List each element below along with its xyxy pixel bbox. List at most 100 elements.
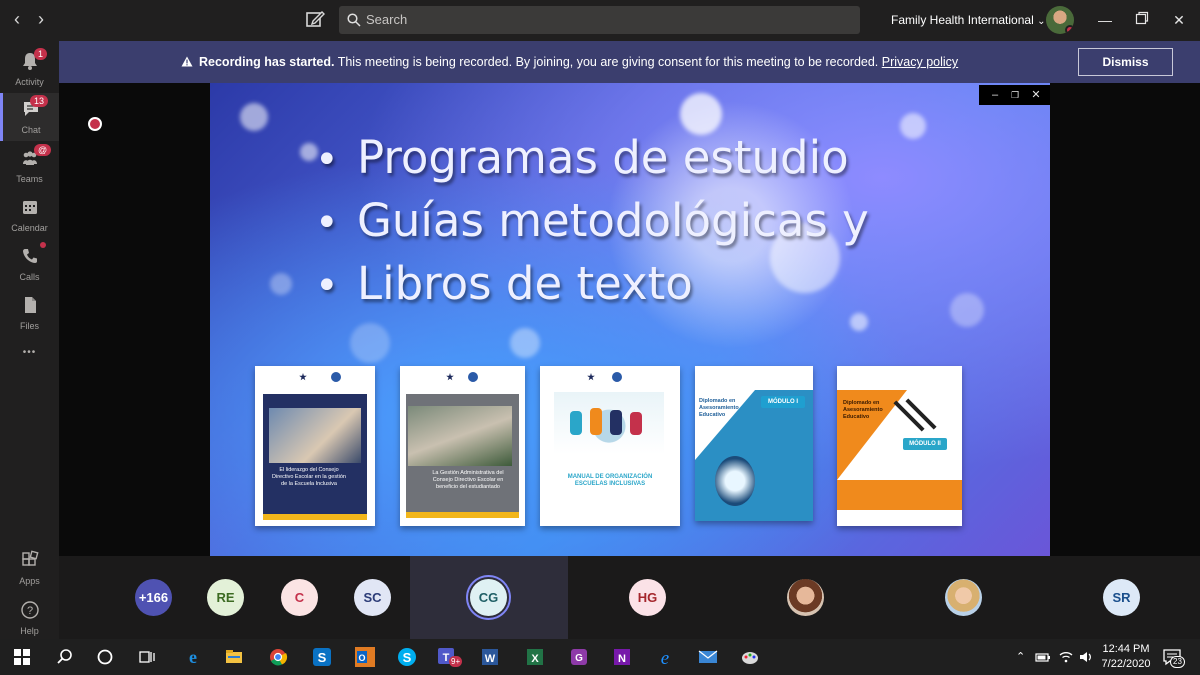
help-icon: ? [20,601,39,619]
app-rail: Activity 1 Chat 13 Teams @ Calendar Call… [0,41,59,639]
calendar-icon [22,201,37,214]
privacy-policy-link[interactable]: Privacy policy [882,55,958,69]
participant-avatar[interactable]: SC [354,579,391,616]
cortana-icon[interactable] [95,647,115,667]
participant-photo-2[interactable] [945,579,982,616]
participant-avatar[interactable]: SR [1103,579,1140,616]
minimize-icon[interactable]: – [987,87,1003,103]
rail-item-activity[interactable]: Activity 1 [0,45,59,93]
more-apps-button[interactable]: ••• [0,347,59,371]
book-title: Diplomado en Asesoramiento Educativo [699,398,739,418]
rail-item-calendar[interactable]: Calendar [0,191,59,239]
notification-badge: 13 [30,95,49,107]
skype-icon[interactable]: S [397,647,417,667]
logo-star-icon [446,373,454,381]
participant-avatar[interactable]: C [281,579,318,616]
rail-item-calls[interactable]: Calls [0,240,59,288]
task-view-icon[interactable] [137,647,157,667]
recording-message: Recording has started. This meeting is b… [181,55,958,69]
participant-avatar-speaking[interactable]: CG [470,579,507,616]
figure-shape [630,412,642,435]
ie-icon[interactable]: e [655,647,675,667]
bokeh-light [680,93,722,135]
search-icon [347,13,361,27]
cover-band [837,480,962,510]
svg-text:O: O [358,653,365,663]
org-switcher[interactable]: Family Health International ⌄ [891,13,1045,27]
book-title: MANUAL DE ORGANIZACIÓN ESCUELAS INCLUSIV… [567,474,653,487]
rail-item-chat[interactable]: Chat 13 [0,93,59,141]
pdf-icon[interactable]: G [569,647,589,667]
word-icon[interactable]: W [480,647,500,667]
compose-icon[interactable] [304,8,328,32]
minimize-icon[interactable]: — [1094,10,1116,30]
rail-label-help: Help [20,626,39,636]
bokeh-light [240,103,268,131]
slide-bullet: Libros de texto [315,257,693,310]
book-title: La Gestión Administrativa del Consejo Di… [432,470,504,490]
rail-item-apps[interactable]: Apps [0,544,59,592]
bokeh-light [950,293,984,327]
chrome-icon[interactable] [268,647,288,667]
clock-time[interactable]: 12:44 PM [1100,643,1152,655]
chevron-down-icon: ⌄ [1037,16,1046,27]
svg-text:G: G [575,653,583,664]
rail-item-teams[interactable]: Teams @ [0,142,59,190]
cover-header [695,366,813,390]
outlook-icon[interactable]: O [355,647,375,667]
apps-icon [21,550,39,566]
logo-star-icon [587,373,595,381]
warning-icon [181,56,193,67]
rail-item-files[interactable]: Files [0,289,59,337]
book-cover: MANUAL DE ORGANIZACIÓN ESCUELAS INCLUSIV… [540,366,680,526]
volume-icon[interactable] [1078,649,1094,665]
wifi-icon[interactable] [1058,649,1074,665]
more-icon: ••• [22,347,37,358]
cover-stripe [406,512,519,518]
restore-icon[interactable] [1131,10,1153,30]
bokeh-light [510,328,540,358]
recording-consent-text: This meeting is being recorded. By joini… [334,55,882,69]
svg-text:S: S [318,650,327,665]
onenote-icon[interactable]: N [612,647,632,667]
windows-start-icon[interactable] [12,647,32,667]
battery-icon[interactable] [1035,649,1051,665]
figure-shape [570,411,582,435]
org-name: Family Health International [891,13,1034,27]
restore-icon[interactable]: ❐ [1007,87,1023,103]
cover-stripe [263,514,367,520]
search-input[interactable]: Search [339,6,860,34]
participant-photo-1[interactable] [787,579,824,616]
seal-icon [468,372,478,382]
slide-bullet: Guías metodológicas y [315,194,869,247]
participant-avatar[interactable]: HG [629,579,666,616]
edge-icon[interactable]: e [183,647,203,667]
skype-business-icon[interactable]: S [312,647,332,667]
avatar[interactable] [1046,6,1074,34]
close-icon[interactable]: ✕ [1168,10,1190,30]
figure-shape [610,410,622,435]
dismiss-button[interactable]: Dismiss [1078,48,1173,76]
rail-item-help[interactable]: ? Help [0,594,59,642]
bokeh-light [900,113,926,139]
paint-icon[interactable] [740,647,760,667]
cover-photo [269,408,361,463]
clock-date[interactable]: 7/22/2020 [1100,658,1152,670]
file-explorer-icon[interactable] [224,647,244,667]
unread-dot [40,242,46,248]
seal-icon [612,372,622,382]
chevron-left-icon[interactable]: ‹ [6,8,28,32]
notification-badge: 1 [34,48,48,60]
rail-label-files: Files [19,321,39,331]
teams-badge: 9+ [449,656,463,667]
participant-avatar[interactable]: RE [207,579,244,616]
excel-icon[interactable]: X [525,647,545,667]
mail-icon[interactable] [698,647,718,667]
close-icon[interactable]: ✕ [1028,87,1044,103]
participant-overflow-avatar[interactable]: +166 [135,579,172,616]
slide-bullet: Programas de estudio [315,131,849,184]
search-icon[interactable] [55,647,75,667]
chevron-up-icon[interactable]: ⌃ [1016,650,1025,663]
seal-icon [331,372,341,382]
chevron-right-icon[interactable]: › [30,8,52,32]
